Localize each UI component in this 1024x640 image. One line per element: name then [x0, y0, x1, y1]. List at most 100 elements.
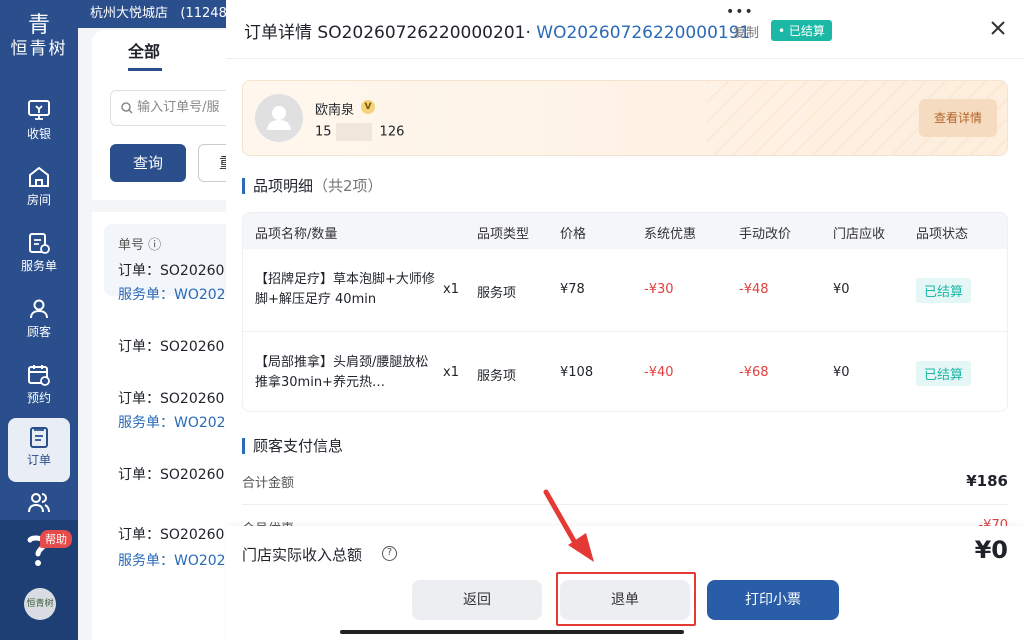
- item-system-discount: -¥30: [644, 282, 674, 297]
- app-logo: 青 恒青树: [0, 14, 78, 60]
- order-icon: [30, 427, 48, 448]
- col-system-discount: 系统优惠: [644, 227, 697, 242]
- item-name: 【招牌足疗】草本泡脚+大师修脚+解压足疗 40min: [255, 272, 435, 307]
- items-section-title: 品项明细（共2项）: [242, 178, 383, 194]
- col-status: 品项状态: [916, 227, 969, 242]
- avatar: [255, 94, 303, 142]
- total-amount-label: 合计金额: [242, 476, 295, 491]
- team-icon[interactable]: [26, 490, 52, 514]
- item-name: 【局部推拿】头肩颈/腰腿放松推拿30min+养元热…: [255, 355, 429, 390]
- col-manual-price: 手动改价: [739, 227, 792, 242]
- item-type: 服务项: [477, 369, 517, 384]
- store-name: 杭州大悦城店: [90, 6, 169, 21]
- customer-icon: [30, 299, 48, 319]
- sidebar-item-appointment[interactable]: 预约: [8, 356, 70, 420]
- col-price: 价格: [560, 227, 587, 242]
- modal-footer: 门店实际收入总额 ? ¥0 返回 退单 打印小票: [226, 526, 1024, 640]
- clipped-row: 会员优惠 -¥70: [226, 512, 1024, 526]
- actual-income-label: 门店实际收入总额: [242, 546, 363, 564]
- question-icon[interactable]: ?: [382, 546, 397, 561]
- annotation-highlight-box: [556, 572, 696, 626]
- store-id: (11248: [180, 6, 227, 21]
- item-system-discount: -¥40: [644, 365, 674, 380]
- service-order-icon: [29, 233, 50, 254]
- item-manual-price: -¥48: [739, 282, 769, 297]
- order-number: SO20260726220000201·: [317, 23, 531, 43]
- table-row: 【招牌足疗】草本泡脚+大师修脚+解压足疗 40min x1 服务项 ¥78 -¥…: [243, 249, 1007, 331]
- calendar-icon: [28, 365, 50, 386]
- list-item-order[interactable]: 订单：SO20260: [118, 336, 238, 356]
- sidebar-item-cashier[interactable]: 收银: [8, 92, 70, 156]
- item-type: 服务项: [477, 286, 517, 301]
- search-input[interactable]: 输入订单号/服: [110, 90, 238, 126]
- sidebar-item-label: 收银: [26, 127, 51, 141]
- title-prefix: 订单详情: [244, 23, 312, 43]
- total-amount-row: 合计金额 ¥186: [242, 472, 1008, 491]
- store-bar[interactable]: 杭州大悦城店 (11248: [78, 0, 238, 28]
- sidebar-item-label: 房间: [26, 193, 51, 207]
- logo-char: 青: [27, 13, 50, 38]
- back-button[interactable]: 返回: [412, 580, 542, 620]
- customer-name: 欧南泉: [315, 103, 355, 118]
- print-receipt-button[interactable]: 打印小票: [707, 580, 839, 620]
- order-detail-modal: ••• 订单详情 SO20260726220000201· WO20260726…: [226, 0, 1024, 640]
- user-avatar-icon: [267, 106, 291, 130]
- payment-section-title: 顾客支付信息: [242, 438, 343, 454]
- copy-button[interactable]: 复制: [733, 22, 759, 41]
- tab-all[interactable]: 全部: [128, 38, 160, 62]
- sidebar-item-order[interactable]: 订单: [8, 418, 70, 482]
- help-badge: 帮助: [40, 530, 72, 548]
- list-item-order[interactable]: 订单：SO20260: [118, 524, 238, 544]
- sidebar: 青 恒青树 收银 房间 服务单 顾客 预约 订单 帮助 恒青树: [0, 0, 78, 640]
- sidebar-item-label: 顾客: [26, 325, 51, 339]
- view-details-button[interactable]: 查看详情: [919, 99, 997, 137]
- item-store-due: ¥0: [833, 365, 850, 380]
- item-price: ¥78: [560, 282, 585, 297]
- customer-card: 欧南泉 V 15 126 查看详情: [242, 80, 1008, 156]
- modal-title: 订单详情 SO20260726220000201· WO202607262200…: [244, 18, 750, 43]
- col-name: 品项名称/数量: [255, 227, 338, 242]
- home-icon: [29, 166, 49, 187]
- col-store-due: 门店应收: [833, 227, 886, 242]
- item-qty: x1: [443, 365, 459, 380]
- store-logo[interactable]: 恒青树: [24, 588, 56, 620]
- item-price: ¥108: [560, 365, 594, 380]
- help-area[interactable]: 帮助 恒青树: [0, 520, 78, 640]
- item-store-due: ¥0: [833, 282, 850, 297]
- member-discount-label: 会员优惠: [242, 518, 294, 526]
- sidebar-item-label: 订单: [26, 453, 51, 467]
- items-table: 品项名称/数量 品项类型 价格 系统优惠 手动改价 门店应收 品项状态 【招牌足…: [242, 212, 1008, 412]
- query-button[interactable]: 查询: [110, 144, 186, 182]
- phone-mask: [335, 123, 372, 141]
- list-item-order[interactable]: 订单：SO20260: [118, 388, 238, 408]
- close-icon[interactable]: [988, 18, 1008, 38]
- payment-divider: [242, 504, 1008, 505]
- col-type: 品项类型: [477, 227, 530, 242]
- cashier-icon: [28, 100, 50, 120]
- item-qty: x1: [443, 282, 459, 297]
- actual-income-value: ¥0: [974, 536, 1008, 564]
- vip-badge: V: [361, 100, 375, 114]
- list-item-service[interactable]: 服务单：WO202: [118, 550, 238, 570]
- item-status-badge: 已结算: [916, 278, 972, 303]
- total-amount-value: ¥186: [966, 472, 1008, 490]
- sidebar-item-customer[interactable]: 顾客: [8, 290, 70, 354]
- table-header: 品项名称/数量 品项类型 价格 系统优惠 手动改价 门店应收 品项状态: [243, 213, 1007, 249]
- sidebar-item-label: 服务单: [20, 259, 57, 273]
- title-divider: [226, 58, 1024, 59]
- sidebar-item-room[interactable]: 房间: [8, 158, 70, 222]
- customer-phone: 15 126: [315, 123, 405, 141]
- service-order-number[interactable]: WO20260726220000191: [536, 23, 750, 43]
- item-status-badge: 已结算: [916, 361, 972, 386]
- list-item-service[interactable]: 服务单：WO202: [118, 284, 238, 304]
- sidebar-item-label: 预约: [26, 391, 51, 405]
- search-placeholder: 输入订单号/服: [137, 100, 220, 115]
- home-indicator: [340, 630, 684, 634]
- sidebar-item-service-order[interactable]: 服务单: [8, 224, 70, 288]
- status-badge: • 已结算: [771, 20, 832, 41]
- member-discount-value: -¥70: [978, 518, 1008, 526]
- list-item-order[interactable]: 订单：SO20260: [118, 464, 238, 484]
- list-item-order[interactable]: 订单：SO20260: [118, 260, 238, 280]
- list-item-service[interactable]: 服务单：WO202: [118, 412, 238, 432]
- table-row: 【局部推拿】头肩颈/腰腿放松推拿30min+养元热… x1 服务项 ¥108 -…: [243, 331, 1007, 411]
